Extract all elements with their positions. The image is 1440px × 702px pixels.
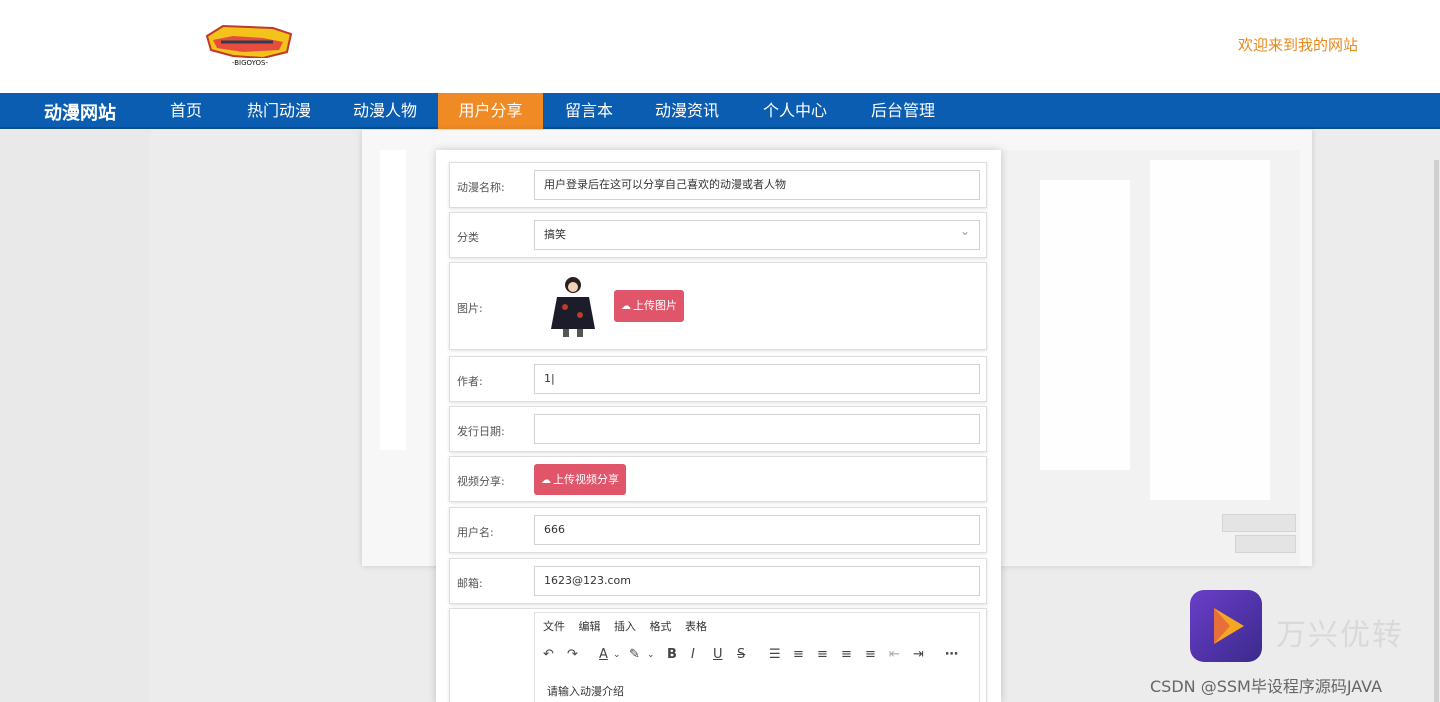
video-share-label: 视频分享: [457,475,505,488]
nav-item-characters[interactable]: 动漫人物 [344,93,426,129]
chevron-down-icon[interactable]: ⌄ [613,650,621,660]
more-icon[interactable]: ⋯ [945,647,958,662]
play-icon [1214,608,1244,644]
wondershare-logo-icon [1190,590,1262,662]
align-justify-icon[interactable]: ≡ [865,647,876,662]
faded-column [380,150,406,450]
nav-item-hot-anime[interactable]: 热门动漫 [238,93,320,129]
faded-button [1235,535,1296,553]
release-date-label: 发行日期: [457,425,505,438]
form-row-username: 用户名: 666 [449,507,987,553]
upload-image-button[interactable]: ☁ 上传图片 [614,290,684,322]
editor-menubar: 文件 编辑 插入 格式 表格 [543,618,717,634]
category-select[interactable]: 搞笑 [534,217,980,250]
text-color-icon[interactable]: A [599,647,608,662]
share-form-modal: 动漫名称: 用户登录后在这可以分享自己喜欢的动漫或者人物 分类 搞笑 图片: ☁… [436,150,1001,702]
faded-column [1040,180,1130,470]
chevron-down-icon[interactable]: ⌄ [647,650,655,660]
upload-video-button[interactable]: ☁ 上传视频分享 [534,464,626,495]
svg-text:-BIGOYOS-: -BIGOYOS- [232,59,269,67]
uploaded-image-thumbnail [551,277,595,337]
nav-item-user-share[interactable]: 用户分享 [438,93,543,129]
watermark-brand: 万兴优转 [1276,618,1404,653]
author-label: 作者: [457,375,483,388]
form-row-video: 视频分享: ☁ 上传视频分享 [449,456,987,502]
form-row-name: 动漫名称: 用户登录后在这可以分享自己喜欢的动漫或者人物 [449,162,987,208]
rich-text-editor[interactable]: 文件 编辑 插入 格式 表格 ↶ ↷ A ⌄ ✎ ⌄ B I U S ☰ ≡ ≡… [534,612,980,702]
name-label: 动漫名称: [457,181,505,194]
nav-item-admin[interactable]: 后台管理 [862,93,944,129]
nav-item-guestbook[interactable]: 留言本 [558,93,620,129]
redo-icon[interactable]: ↷ [567,647,578,662]
editor-placeholder: 请输入动漫介绍 [547,685,624,698]
author-input[interactable]: 1| [534,364,980,394]
menu-insert[interactable]: 插入 [614,620,636,633]
align-center-icon[interactable]: ≡ [817,647,828,662]
nav-item-profile[interactable]: 个人中心 [754,93,836,129]
form-row-intro: 文件 编辑 插入 格式 表格 ↶ ↷ A ⌄ ✎ ⌄ B I U S ☰ ≡ ≡… [449,608,987,702]
bold-icon[interactable]: B [667,647,677,662]
email-input[interactable]: 1623@123.com [534,566,980,596]
form-row-author: 作者: 1| [449,356,987,402]
watermark-credit: CSDN @SSM毕设程序源码JAVA [1150,677,1383,696]
menu-file[interactable]: 文件 [543,620,565,633]
form-row-image: 图片: ☁ 上传图片 [449,262,987,350]
anime-name-input[interactable]: 用户登录后在这可以分享自己喜欢的动漫或者人物 [534,170,980,200]
page-scrollbar[interactable] [1434,160,1439,702]
form-row-category: 分类 搞笑 [449,212,987,258]
faded-button [1222,514,1296,532]
site-header: -BIGOYOS- 欢迎来到我的网站 [0,0,1440,93]
align-right-icon[interactable]: ≡ [841,647,852,662]
highlight-color-icon[interactable]: ✎ [629,647,640,662]
menu-format[interactable]: 格式 [650,620,672,633]
outdent-icon[interactable]: ⇤ [889,647,900,662]
welcome-text: 欢迎来到我的网站 [1237,36,1358,54]
username-input[interactable]: 666 [534,515,980,545]
release-date-input[interactable] [534,414,980,444]
category-label: 分类 [457,231,479,244]
strikethrough-icon[interactable]: S [737,647,745,662]
page-background-left [0,130,150,702]
form-row-email: 邮箱: 1623@123.com [449,558,987,604]
nav-brand[interactable]: 动漫网站 [44,99,116,125]
undo-icon[interactable]: ↶ [543,647,554,662]
italic-icon[interactable]: I [691,647,695,662]
main-nav: 动漫网站 首页 热门动漫 动漫人物 用户分享 留言本 动漫资讯 个人中心 后台管… [0,93,1440,129]
nav-item-home[interactable]: 首页 [160,93,212,129]
site-logo[interactable]: -BIGOYOS- [203,22,295,68]
indent-icon[interactable]: ⇥ [913,647,924,662]
menu-edit[interactable]: 编辑 [579,620,601,633]
faded-column [1150,160,1270,500]
email-label: 邮箱: [457,577,483,590]
image-label: 图片: [457,302,483,315]
background-right-area [1000,150,1300,565]
cloud-upload-icon: ☁ [541,475,551,486]
cloud-upload-icon: ☁ [621,301,631,312]
align-left-icon[interactable]: ≡ [793,647,804,662]
menu-table[interactable]: 表格 [685,620,707,633]
nav-item-news[interactable]: 动漫资讯 [646,93,728,129]
line-height-icon[interactable]: ☰ [769,647,781,662]
form-row-date: 发行日期: [449,406,987,452]
underline-icon[interactable]: U [713,647,723,662]
username-label: 用户名: [457,526,494,539]
